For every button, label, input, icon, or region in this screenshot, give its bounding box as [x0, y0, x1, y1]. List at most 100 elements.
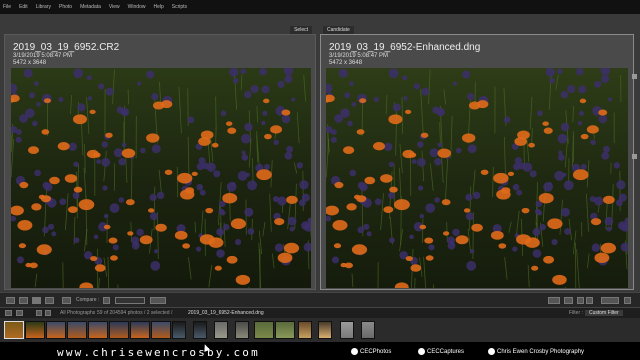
flower-mark	[543, 127, 553, 134]
loupe-view-button[interactable]	[19, 297, 28, 304]
previous-arrow-icon[interactable]	[577, 297, 584, 304]
current-filename[interactable]: 2019_03_19_6952-Enhanced.dng	[188, 310, 264, 316]
menu-metadata[interactable]: Metadata	[80, 4, 101, 10]
make-select-button[interactable]	[564, 297, 573, 304]
flower-mark	[222, 193, 238, 204]
next-arrow-icon[interactable]	[586, 297, 593, 304]
flower-mark	[270, 125, 283, 134]
survey-view-button[interactable]	[45, 297, 54, 304]
flower-mark	[240, 74, 243, 90]
flower-mark	[214, 265, 222, 271]
flower-mark	[618, 193, 627, 202]
flower-mark	[59, 198, 67, 206]
flower-mark	[503, 116, 511, 124]
filmstrip-thumbnail[interactable]	[172, 321, 186, 339]
lock-icon[interactable]	[103, 297, 110, 304]
menu-scripts[interactable]: Scripts	[172, 4, 187, 10]
people-view-button[interactable]	[62, 297, 71, 304]
menu-library[interactable]: Library	[36, 4, 51, 10]
filmstrip-thumbnail[interactable]	[130, 321, 150, 339]
filmstrip-thumbnail[interactable]	[298, 321, 312, 339]
candidate-photo[interactable]	[326, 68, 628, 288]
flower-mark	[18, 243, 27, 249]
flower-mark	[149, 193, 157, 201]
flower-mark	[598, 109, 608, 116]
source-label[interactable]: All Photographs	[60, 310, 95, 316]
social-instagram-label: CECPhotos	[360, 348, 392, 355]
filmstrip-thumbnail[interactable]	[151, 321, 171, 339]
filmstrip-thumbnail[interactable]	[235, 321, 249, 339]
filmstrip-thumbnail[interactable]	[254, 321, 274, 339]
flower-mark	[564, 228, 571, 235]
done-button[interactable]	[601, 297, 619, 304]
flower-mark	[343, 146, 355, 154]
compare-view-button[interactable]	[32, 297, 41, 304]
flower-mark	[380, 174, 393, 183]
filmstrip-thumbnail[interactable]	[25, 321, 45, 339]
flower-mark	[356, 129, 365, 135]
flower-mark	[43, 98, 51, 104]
back-arrow-icon[interactable]	[36, 310, 42, 316]
flower-mark	[462, 70, 471, 79]
filmstrip-thumbnail[interactable]	[4, 321, 24, 339]
social-youtube: Chris Ewen Crosby Photography	[488, 348, 584, 355]
filmstrip	[0, 318, 640, 342]
flower-mark	[103, 224, 111, 230]
filter-select[interactable]: Custom Filter	[585, 310, 623, 316]
grid-icon[interactable]	[16, 310, 23, 316]
sync-button[interactable]	[150, 297, 166, 304]
photo-count: 59 of 204594 photos / 2 selected /	[97, 310, 173, 316]
flower-mark	[490, 230, 504, 240]
menu-edit[interactable]: Edit	[19, 4, 28, 10]
filmstrip-thumbnail[interactable]	[214, 321, 228, 339]
flower-mark	[244, 207, 254, 217]
flower-mark	[273, 139, 279, 146]
panel-toggle-icon[interactable]	[632, 154, 637, 159]
grid-view-button[interactable]	[6, 297, 15, 304]
filmstrip-thumbnail[interactable]	[340, 321, 354, 339]
website-url: www.chrisewencrosby.com	[57, 346, 260, 359]
candidate-pane[interactable]: Candidate 2019_03_19_6952-Enhanced.dng 3…	[320, 26, 634, 290]
menu-help[interactable]: Help	[153, 4, 163, 10]
filmstrip-thumbnail[interactable]	[46, 321, 66, 339]
flower-mark	[180, 189, 195, 200]
flower-mark	[150, 260, 161, 271]
flower-mark	[151, 144, 161, 154]
filmstrip-thumbnail[interactable]	[88, 321, 108, 339]
flower-mark	[33, 81, 39, 86]
flower-mark	[600, 242, 617, 254]
flower-mark	[532, 228, 541, 236]
flower-mark	[344, 262, 353, 269]
menu-photo[interactable]: Photo	[59, 4, 72, 10]
flower-mark	[241, 150, 246, 155]
select-pane[interactable]: Select 2019_03_19_6952.CR2 3/19/2019 5:0…	[4, 26, 316, 290]
filmstrip-thumbnail[interactable]	[67, 321, 87, 339]
panel-toggle-icon[interactable]	[632, 74, 637, 79]
flower-mark	[101, 141, 109, 148]
flower-mark	[420, 132, 429, 138]
filmstrip-thumbnail[interactable]	[193, 321, 207, 339]
flower-mark	[241, 154, 249, 161]
filmstrip-thumbnail[interactable]	[275, 321, 295, 339]
flower-mark	[77, 103, 86, 112]
second-window-icon[interactable]	[5, 310, 12, 316]
filmstrip-thumbnail[interactable]	[361, 321, 375, 339]
menu-file[interactable]: File	[3, 4, 11, 10]
filmstrip-thumbnail[interactable]	[318, 321, 332, 339]
flower-mark	[155, 223, 167, 232]
select-photo[interactable]	[11, 68, 311, 288]
flower-mark	[359, 98, 367, 104]
menu-view[interactable]: View	[109, 4, 120, 10]
flower-mark	[78, 199, 95, 211]
filmstrip-thumbnail[interactable]	[109, 321, 129, 339]
flower-mark	[240, 68, 246, 75]
forward-arrow-icon[interactable]	[45, 310, 51, 316]
swap-button[interactable]	[548, 297, 560, 304]
flower-mark	[357, 226, 365, 234]
youtube-icon	[488, 348, 495, 355]
zoom-slider[interactable]	[115, 297, 145, 304]
menu-window[interactable]: Window	[128, 4, 146, 10]
toolbar-menu-icon[interactable]	[624, 297, 631, 304]
flower-mark	[471, 223, 483, 232]
flower-mark	[263, 98, 270, 104]
